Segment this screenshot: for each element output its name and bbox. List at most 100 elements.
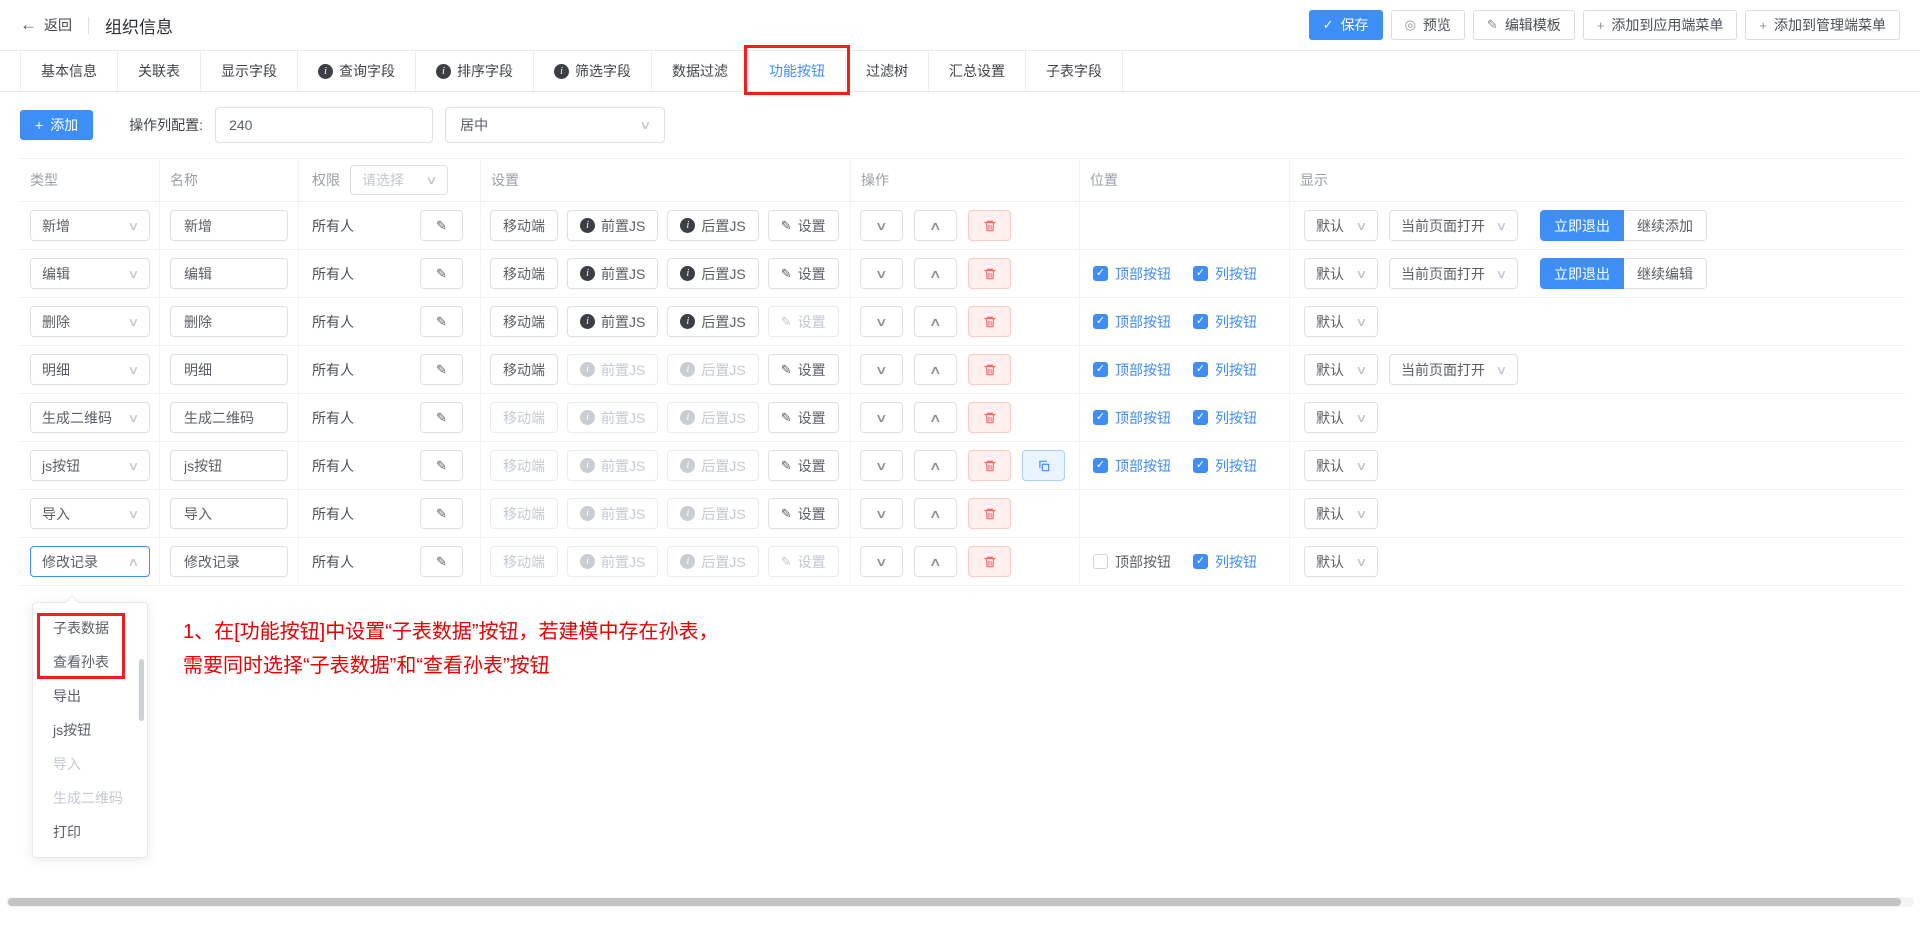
move-down-button[interactable]: ∨: [860, 210, 903, 241]
move-down-button[interactable]: ∨: [860, 450, 903, 481]
mobile-button[interactable]: 移动端: [490, 210, 558, 241]
move-up-button[interactable]: ∧: [914, 306, 957, 337]
type-select[interactable]: 新增 ∨: [30, 210, 150, 241]
column-button-checkbox[interactable]: ✓: [1193, 458, 1208, 473]
type-select[interactable]: 明细 ∨: [30, 354, 150, 385]
default-select[interactable]: 默认 ∨: [1304, 402, 1378, 433]
setting-button[interactable]: ✎ 设置: [768, 402, 839, 433]
continue-button[interactable]: 继续编辑: [1624, 258, 1707, 289]
setting-button[interactable]: ✎ 设置: [768, 306, 839, 337]
top-button-checkbox[interactable]: ✓: [1093, 362, 1108, 377]
move-up-button[interactable]: ∧: [914, 210, 957, 241]
tab-query-fields[interactable]: i查询字段: [298, 51, 416, 91]
type-select[interactable]: 修改记录 ∧: [30, 546, 150, 577]
delete-button[interactable]: [968, 450, 1011, 481]
name-input[interactable]: [170, 546, 288, 577]
column-button-checkbox[interactable]: ✓: [1193, 362, 1208, 377]
delete-button[interactable]: [968, 354, 1011, 385]
post-js-button[interactable]: i 后置JS: [667, 258, 758, 289]
mobile-button[interactable]: 移动端: [490, 258, 558, 289]
pre-js-button[interactable]: i 前置JS: [567, 354, 658, 385]
delete-button[interactable]: [968, 546, 1011, 577]
type-select[interactable]: 删除 ∨: [30, 306, 150, 337]
open-mode-select[interactable]: 当前页面打开 ∨: [1389, 354, 1518, 385]
column-button-checkbox-group[interactable]: ✓ 列按钮: [1193, 552, 1257, 572]
delete-button[interactable]: [968, 258, 1011, 289]
mobile-button[interactable]: 移动端: [490, 402, 558, 433]
top-button-checkbox-group[interactable]: ✓ 顶部按钮: [1093, 312, 1171, 332]
permission-edit-button[interactable]: ✎: [420, 210, 463, 241]
mobile-button[interactable]: 移动端: [490, 546, 558, 577]
column-button-checkbox[interactable]: ✓: [1193, 410, 1208, 425]
mobile-button[interactable]: 移动端: [490, 498, 558, 529]
column-button-checkbox[interactable]: ✓: [1193, 554, 1208, 569]
top-button-checkbox[interactable]: ✓: [1093, 410, 1108, 425]
name-input[interactable]: [170, 210, 288, 241]
default-select[interactable]: 默认 ∨: [1304, 210, 1378, 241]
add-button[interactable]: + 添加: [20, 110, 93, 140]
tab-subtable-fields[interactable]: 子表字段: [1026, 51, 1123, 91]
delete-button[interactable]: [968, 498, 1011, 529]
dropdown-scrollbar-thumb[interactable]: [139, 659, 144, 721]
type-select[interactable]: js按钮 ∨: [30, 450, 150, 481]
name-input[interactable]: [170, 258, 288, 289]
move-down-button[interactable]: ∨: [860, 498, 903, 529]
exit-now-button[interactable]: 立即退出: [1540, 210, 1624, 241]
pre-js-button[interactable]: i 前置JS: [567, 546, 658, 577]
name-input[interactable]: [170, 498, 288, 529]
setting-button[interactable]: ✎ 设置: [768, 546, 839, 577]
tab-sort-fields[interactable]: i排序字段: [416, 51, 534, 91]
exit-now-button[interactable]: 立即退出: [1540, 258, 1624, 289]
tab-filter-tree[interactable]: 过滤树: [846, 51, 929, 91]
mobile-button[interactable]: 移动端: [490, 354, 558, 385]
operation-column-width-input[interactable]: [215, 107, 433, 143]
column-button-checkbox-group[interactable]: ✓ 列按钮: [1193, 264, 1257, 284]
move-up-button[interactable]: ∧: [914, 546, 957, 577]
preview-button[interactable]: ◎ 预览: [1391, 10, 1465, 40]
permission-edit-button[interactable]: ✎: [420, 450, 463, 481]
save-button[interactable]: ✓ 保存: [1309, 10, 1383, 40]
dropdown-option[interactable]: 查看孙表: [33, 645, 147, 679]
move-up-button[interactable]: ∧: [914, 450, 957, 481]
default-select[interactable]: 默认 ∨: [1304, 546, 1378, 577]
dropdown-option[interactable]: 打印: [33, 815, 147, 849]
top-button-checkbox-group[interactable]: ✓ 顶部按钮: [1093, 408, 1171, 428]
name-input[interactable]: [170, 354, 288, 385]
setting-button[interactable]: ✎ 设置: [768, 354, 839, 385]
open-mode-select[interactable]: 当前页面打开 ∨: [1389, 258, 1518, 289]
continue-button[interactable]: 继续添加: [1624, 210, 1707, 241]
top-button-checkbox-group[interactable]: ✓ 顶部按钮: [1093, 360, 1171, 380]
default-select[interactable]: 默认 ∨: [1304, 306, 1378, 337]
top-button-checkbox-group[interactable]: ✓ 顶部按钮: [1093, 552, 1171, 572]
type-select[interactable]: 导入 ∨: [30, 498, 150, 529]
edit-template-button[interactable]: ✎ 编辑模板: [1473, 10, 1575, 40]
type-select[interactable]: 生成二维码 ∨: [30, 402, 150, 433]
move-up-button[interactable]: ∧: [914, 354, 957, 385]
move-down-button[interactable]: ∨: [860, 306, 903, 337]
tab-data-filter[interactable]: 数据过滤: [652, 51, 749, 91]
name-input[interactable]: [170, 306, 288, 337]
permission-edit-button[interactable]: ✎: [420, 306, 463, 337]
top-button-checkbox[interactable]: ✓: [1093, 554, 1108, 569]
permission-filter-select[interactable]: 请选择 ∨: [350, 165, 448, 195]
name-input[interactable]: [170, 402, 288, 433]
permission-edit-button[interactable]: ✎: [420, 402, 463, 433]
pre-js-button[interactable]: i 前置JS: [567, 258, 658, 289]
move-down-button[interactable]: ∨: [860, 402, 903, 433]
move-down-button[interactable]: ∨: [860, 546, 903, 577]
mobile-button[interactable]: 移动端: [490, 306, 558, 337]
post-js-button[interactable]: i 后置JS: [667, 402, 758, 433]
tab-display-fields[interactable]: 显示字段: [201, 51, 298, 91]
delete-button[interactable]: [968, 402, 1011, 433]
dropdown-option[interactable]: js按钮: [33, 713, 147, 747]
setting-button[interactable]: ✎ 设置: [768, 450, 839, 481]
setting-button[interactable]: ✎ 设置: [768, 210, 839, 241]
mobile-button[interactable]: 移动端: [490, 450, 558, 481]
top-button-checkbox[interactable]: ✓: [1093, 458, 1108, 473]
pre-js-button[interactable]: i 前置JS: [567, 498, 658, 529]
horizontal-scrollbar-thumb[interactable]: [8, 898, 1901, 906]
delete-button[interactable]: [968, 210, 1011, 241]
permission-edit-button[interactable]: ✎: [420, 258, 463, 289]
tab-filter-fields[interactable]: i筛选字段: [534, 51, 652, 91]
top-button-checkbox[interactable]: ✓: [1093, 266, 1108, 281]
